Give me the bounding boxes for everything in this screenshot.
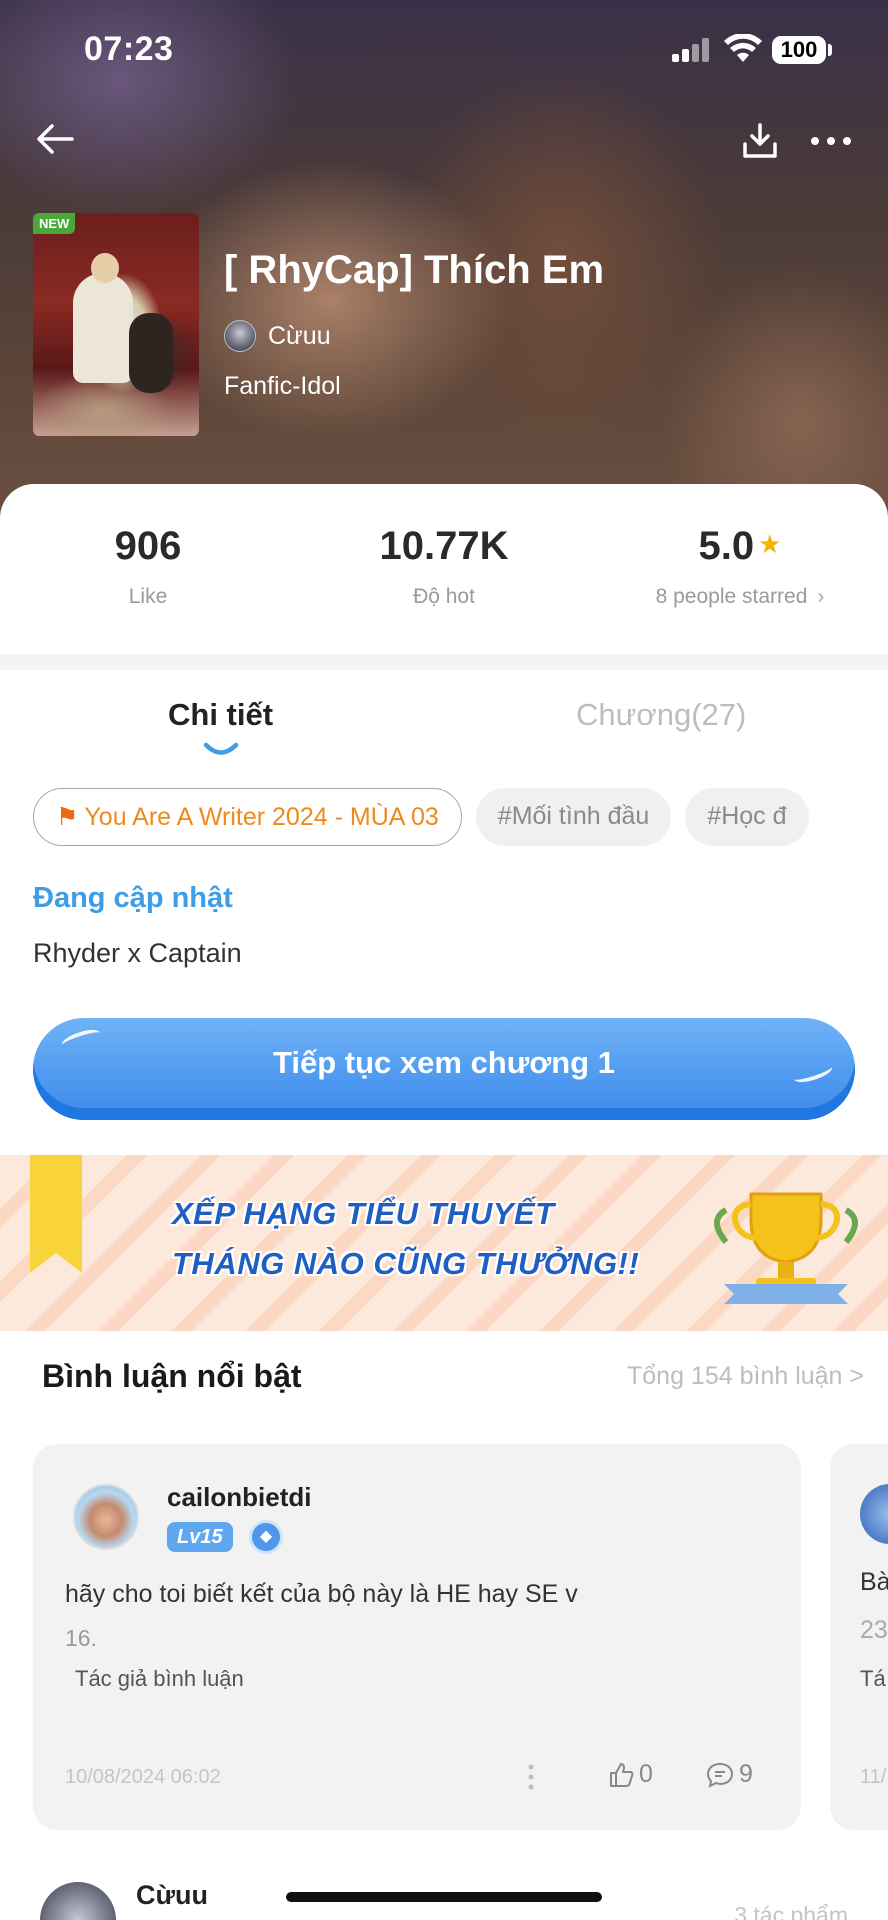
reply-count: 9	[739, 1760, 753, 1788]
comment-bubble-icon	[706, 1762, 734, 1788]
wifi-icon	[724, 34, 762, 62]
cover-figure	[73, 273, 133, 383]
book-genre[interactable]: Fanfic-Idol	[224, 372, 341, 401]
reply-button[interactable]: 9	[705, 1760, 753, 1789]
button-shine	[59, 1026, 103, 1052]
chevron-right-icon: ›	[817, 585, 825, 608]
cover-head	[91, 253, 119, 283]
hashtag-first-love[interactable]: #Mối tình đầu	[475, 788, 672, 846]
event-tag-label: You Are A Writer 2024 - MÙA 03	[84, 803, 439, 831]
star-icon: ★	[758, 529, 782, 559]
comment-date: 10/08/2024 06:02	[65, 1766, 221, 1788]
tag-list: ⚑ You Are A Writer 2024 - MÙA 03 #Mối tình…	[33, 788, 853, 848]
section-divider	[0, 654, 888, 670]
comment-text: hãy cho toi biết kết của bộ này là HE ha…	[65, 1580, 578, 1608]
rating-label: 8 people starred	[655, 585, 808, 608]
book-title: [ RhyCap] Thích Em	[224, 248, 605, 292]
hashtag-school[interactable]: #Học đ	[685, 788, 809, 846]
cover-figure-legs	[129, 313, 173, 393]
status-bar: 07:23 100	[0, 0, 888, 100]
author-avatar[interactable]	[224, 320, 256, 352]
author-section-name[interactable]: Cừuu	[136, 1880, 208, 1911]
book-description: Rhyder x Captain	[33, 938, 242, 968]
update-status: Đang cập nhật	[33, 882, 233, 914]
author-name[interactable]: Cừuu	[268, 320, 331, 352]
peek-text: 11/	[860, 1766, 887, 1788]
commenter-avatar	[860, 1484, 888, 1544]
hot-label: Độ hot	[413, 585, 475, 608]
back-arrow-icon[interactable]	[34, 118, 76, 160]
flag-icon: ⚑	[56, 803, 79, 831]
author-works-count[interactable]: 3 tác phẩm	[734, 1902, 848, 1920]
banner-headline: XẾP HẠNG TIỂU THUYẾT	[172, 1196, 555, 1231]
more-vertical-icon[interactable]	[527, 1762, 535, 1792]
cellular-signal-icon	[672, 38, 712, 62]
vip-badge-icon: ◆	[249, 1520, 283, 1554]
battery-icon: 100	[772, 36, 826, 64]
home-indicator[interactable]	[286, 1892, 602, 1902]
rating-value: 5.0	[698, 524, 755, 568]
hot-stat: 10.77K Độ hot	[296, 524, 592, 609]
book-cover-image[interactable]: NEW	[33, 213, 199, 436]
status-time: 07:23	[84, 30, 174, 68]
author-comment-note: Tác giả bình luận	[75, 1666, 244, 1691]
all-comments-link[interactable]: Tổng 154 bình luận >	[627, 1362, 864, 1391]
thumbs-up-icon	[610, 1762, 634, 1787]
like-button[interactable]: 0	[607, 1760, 653, 1789]
stats-card: 906 Like 10.77K Độ hot 5.0 ★ 8 people sta…	[0, 484, 888, 654]
new-badge: NEW	[33, 213, 76, 234]
comment-chapter: 16.	[65, 1625, 97, 1651]
level-badge: Lv15	[167, 1522, 233, 1552]
commenter-avatar[interactable]	[73, 1484, 139, 1550]
comments-title: Bình luận nổi bật	[42, 1358, 302, 1394]
like-count: 0	[639, 1760, 653, 1788]
download-icon[interactable]	[742, 122, 778, 160]
tab-active-indicator	[203, 742, 239, 755]
hot-value: 10.77K	[379, 524, 509, 568]
more-options-icon[interactable]	[810, 128, 852, 154]
continue-reading-button[interactable]: Tiếp tục xem chương 1	[33, 1018, 855, 1120]
author-avatar[interactable]	[40, 1882, 116, 1920]
banner-subheadline: THÁNG NÀO CŨNG THƯỞNG!!	[172, 1246, 640, 1281]
battery-cap	[828, 44, 832, 56]
comment-card-next[interactable]: Bà 23 Tá 11/	[830, 1444, 888, 1830]
rating-stat[interactable]: 5.0 ★ 8 people starred ›	[592, 524, 888, 609]
ribbon-decoration	[30, 1155, 82, 1273]
peek-text: Bà	[860, 1568, 888, 1596]
tab-chapters[interactable]: Chương(27)	[576, 697, 746, 733]
tab-detail[interactable]: Chi tiết	[168, 697, 273, 733]
trophy-icon	[714, 1192, 858, 1304]
event-tag[interactable]: ⚑ You Are A Writer 2024 - MÙA 03	[33, 788, 462, 846]
likes-stat: 906 Like	[0, 524, 296, 609]
commenter-name[interactable]: cailonbietdi	[167, 1482, 311, 1513]
likes-label: Like	[128, 585, 168, 608]
likes-value: 906	[114, 524, 182, 568]
button-shine	[791, 1060, 835, 1086]
continue-reading-label: Tiếp tục xem chương 1	[273, 1045, 615, 1080]
peek-text: 23	[860, 1616, 888, 1644]
peek-text: Tá	[860, 1666, 886, 1691]
comment-card[interactable]: cailonbietdi Lv15 ◆ hãy cho toi biết kết…	[33, 1444, 801, 1830]
